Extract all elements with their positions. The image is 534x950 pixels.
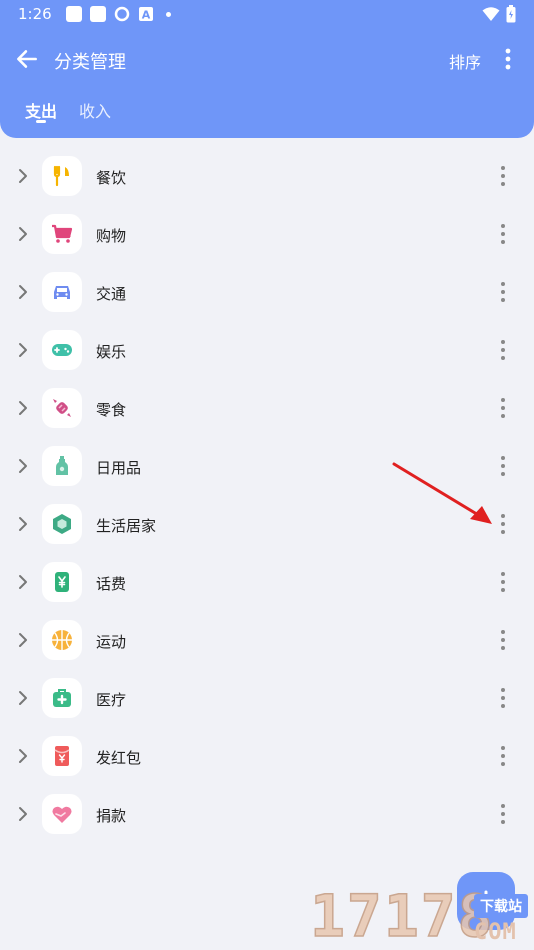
chevron-right-icon[interactable] <box>16 226 30 242</box>
font-a-icon: A <box>138 7 153 22</box>
more-vertical-icon[interactable] <box>496 686 510 710</box>
tab-expense[interactable]: 支出 <box>25 98 57 122</box>
category-label: 购物 <box>96 227 127 245</box>
category-row[interactable]: 交通 <box>0 264 534 322</box>
cube-icon <box>53 514 71 534</box>
category-icon-box <box>42 620 82 660</box>
more-vertical-icon[interactable] <box>496 280 510 304</box>
red-envelope-icon <box>54 746 70 766</box>
annotation-arrow-icon <box>392 462 492 524</box>
category-row[interactable]: 购物 <box>0 206 534 264</box>
status-bar: 1:26 A <box>0 0 534 28</box>
medkit-icon <box>53 689 71 707</box>
more-vertical-icon[interactable] <box>498 45 518 73</box>
category-icon-box <box>42 736 82 776</box>
more-vertical-icon[interactable] <box>496 338 510 362</box>
status-time: 1:26 <box>18 5 52 23</box>
category-icon-box <box>42 330 82 370</box>
notification-icon <box>65 6 82 22</box>
bottle-icon <box>56 456 68 475</box>
category-label: 发红包 <box>96 749 142 767</box>
category-label: 生活居家 <box>96 517 157 535</box>
toolbar: 分类管理 排序 <box>0 36 534 82</box>
gamepad-icon <box>52 344 72 356</box>
watermark-digits: 17178 <box>309 881 495 950</box>
category-row[interactable]: 话费 <box>0 554 534 612</box>
category-label: 娱乐 <box>96 343 127 361</box>
tab-indicator <box>36 120 46 123</box>
category-label: 零食 <box>96 401 127 419</box>
more-notifications-dot-icon <box>165 11 171 17</box>
car-icon <box>54 286 70 299</box>
category-icon-box <box>42 446 82 486</box>
chevron-right-icon[interactable] <box>16 690 30 706</box>
watermark: 17178 下载站 COM <box>306 876 534 950</box>
more-vertical-icon[interactable] <box>496 512 510 536</box>
fork-knife-icon <box>53 165 69 187</box>
category-icon-box <box>42 272 82 312</box>
svg-text:A: A <box>141 9 150 22</box>
category-row[interactable]: 发红包 <box>0 728 534 786</box>
category-label: 捐款 <box>96 807 127 825</box>
more-vertical-icon[interactable] <box>496 396 510 420</box>
more-vertical-icon[interactable] <box>496 628 510 652</box>
more-vertical-icon[interactable] <box>496 222 510 246</box>
chevron-right-icon[interactable] <box>16 516 30 532</box>
more-vertical-icon[interactable] <box>496 164 510 188</box>
more-vertical-icon[interactable] <box>496 454 510 478</box>
candy-icon <box>53 399 71 417</box>
heart-hand-icon <box>52 806 72 823</box>
tab-bar: 支出 收入 <box>0 92 534 132</box>
shopping-cart-icon <box>52 224 73 243</box>
category-label: 日用品 <box>96 459 142 477</box>
chevron-right-icon[interactable] <box>16 168 30 184</box>
sort-button[interactable]: 排序 <box>449 49 481 73</box>
chevron-right-icon[interactable] <box>16 458 30 474</box>
chevron-right-icon[interactable] <box>16 400 30 416</box>
battery-icon <box>506 5 516 23</box>
chevron-right-icon[interactable] <box>16 748 30 764</box>
category-icon-box <box>42 504 82 544</box>
category-row[interactable]: 餐饮 <box>0 148 534 206</box>
chevron-right-icon[interactable] <box>16 574 30 590</box>
notification-icon <box>89 6 106 22</box>
watermark-tag: 下载站 <box>474 894 528 918</box>
chevron-right-icon[interactable] <box>16 284 30 300</box>
category-label: 交通 <box>96 285 127 303</box>
category-icon-box <box>42 388 82 428</box>
back-arrow-icon[interactable] <box>14 46 40 72</box>
more-vertical-icon[interactable] <box>496 744 510 768</box>
category-label: 话费 <box>96 575 127 593</box>
more-vertical-icon[interactable] <box>496 802 510 826</box>
phone-yen-icon <box>55 572 69 592</box>
category-row[interactable]: 捐款 <box>0 786 534 844</box>
more-vertical-icon[interactable] <box>496 570 510 594</box>
category-icon-box <box>42 678 82 718</box>
category-icon-box <box>42 214 82 254</box>
category-label: 运动 <box>96 633 127 651</box>
category-icon-box <box>42 156 82 196</box>
tab-income[interactable]: 收入 <box>79 98 111 122</box>
category-row[interactable]: 零食 <box>0 380 534 438</box>
category-row[interactable]: 医疗 <box>0 670 534 728</box>
basketball-icon <box>52 630 72 650</box>
page-title: 分类管理 <box>54 52 126 73</box>
status-right <box>482 5 516 23</box>
category-row[interactable]: 运动 <box>0 612 534 670</box>
wifi-icon <box>482 7 500 21</box>
category-icon-box <box>42 562 82 602</box>
category-label: 餐饮 <box>96 169 127 187</box>
app-header: 1:26 A 分类管理 排序 支出 收入 <box>0 0 534 138</box>
chevron-right-icon[interactable] <box>16 806 30 822</box>
category-row[interactable]: 娱乐 <box>0 322 534 380</box>
category-icon-box <box>42 794 82 834</box>
chevron-right-icon[interactable] <box>16 632 30 648</box>
category-label: 医疗 <box>96 691 127 709</box>
sync-icon <box>114 6 129 22</box>
chevron-right-icon[interactable] <box>16 342 30 358</box>
watermark-domain: COM <box>474 920 517 945</box>
